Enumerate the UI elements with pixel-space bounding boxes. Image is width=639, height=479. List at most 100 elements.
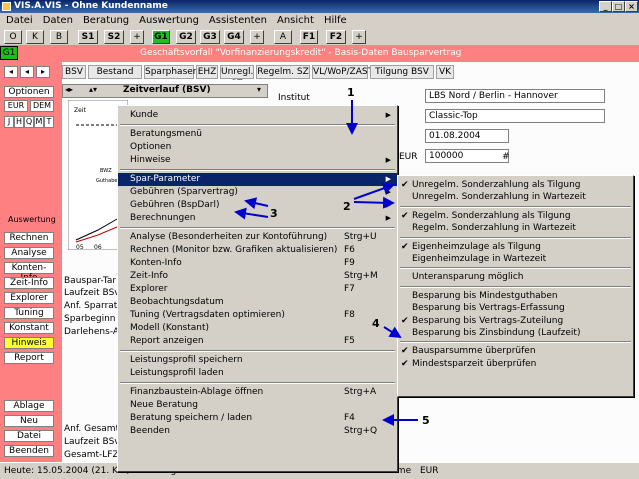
period-button-j[interactable]: J [4, 116, 14, 128]
chart-dropdown-icon[interactable]: ▾ [257, 85, 261, 94]
toolbar-button-O-0[interactable]: O [4, 30, 22, 44]
period-button-t[interactable]: T [44, 116, 54, 128]
menu-item-tuning-vertragsdaten-optimieren[interactable]: Tuning (Vertragsdaten optimieren) F8 [118, 309, 397, 322]
period-button-h[interactable]: H [14, 116, 24, 128]
menu-item-finanzbaustein-ablage-ffnen[interactable]: Finanzbaustein-Ablage öffnen Strg+A [118, 386, 397, 399]
menu-item-geb-hren-bspdarl[interactable]: Gebühren (BspDarl) ▶ [118, 199, 397, 212]
toolbar-button-G3-8[interactable]: G3 [200, 30, 220, 44]
chart-updown-icon[interactable]: ▴▾ [89, 85, 97, 94]
nav-next-button[interactable]: ▸ [36, 66, 50, 78]
menu-item-zeit-info[interactable]: Zeit-Info Strg+M [118, 270, 397, 283]
eur-button[interactable]: EUR [4, 100, 28, 112]
submenu-item-regelm-sonderzahlung-als-tilgung[interactable]: ✔ Regelm. Sonderzahlung als Tilgung [398, 210, 633, 223]
institut-field[interactable]: LBS Nord / Berlin - Hannover [425, 89, 605, 103]
menu-item-modell-konstant[interactable]: Modell (Konstant) [118, 322, 397, 335]
left-button-zeit-info[interactable]: Zeit-Info [4, 277, 54, 289]
left-button-neu[interactable]: Neu [4, 415, 54, 427]
chart-scroll-icon[interactable]: ◂▸ [65, 85, 73, 94]
submenu-item-mindestsparzeit-berpr-fen[interactable]: ✔ Mindestsparzeit überprüfen [398, 358, 633, 371]
nav-prev-button[interactable]: ◂ [20, 66, 34, 78]
submenu-item-besparung-bis-vertrags-zuteilung[interactable]: ✔ Besparung bis Vertrags-Zuteilung [398, 315, 633, 328]
left-button-konten-info[interactable]: Konten-Info [4, 262, 54, 283]
menu-item-neue-beratung[interactable]: Neue Beratung [118, 399, 397, 412]
nav-first-button[interactable]: ◂ [4, 66, 18, 78]
menu-item-rechnen-monitor-bzw-grafiken-aktualisieren[interactable]: Rechnen (Monitor bzw. Grafiken aktualisi… [118, 244, 397, 257]
optionen-button[interactable]: Optionen [4, 86, 54, 98]
toolbar-button-G4-9[interactable]: G4 [224, 30, 244, 44]
submenu-item-besparung-bis-zinsbindung-laufzeit[interactable]: Besparung bis Zinsbindung (Laufzeit) [398, 327, 633, 340]
bausparsumme-field[interactable]: 100000 [425, 149, 509, 163]
tab-unregl-sz[interactable]: Unregl. SZ [220, 65, 254, 89]
menu-item-beenden[interactable]: Beenden Strg+Q [118, 425, 397, 438]
toolbar-button-G2-7[interactable]: G2 [176, 30, 196, 44]
left-button-report[interactable]: Report [4, 352, 54, 364]
tab-regelm-sz[interactable]: Regelm. SZ [256, 65, 310, 79]
menu-auswertung[interactable]: Auswertung [133, 15, 203, 26]
menu-beratung[interactable]: Beratung [77, 15, 133, 26]
submenu-item-unregelm-sonderzahlung-in-wartezeit[interactable]: Unregelm. Sonderzahlung in Wartezeit [398, 191, 633, 204]
menu-item-leistungsprofil-laden[interactable]: Leistungsprofil laden [118, 367, 397, 380]
minimize-button[interactable]: _ [599, 1, 612, 12]
submenu-item-unteransparung-m-glich[interactable]: Unteransparung möglich [398, 271, 633, 284]
toolbar-button-plus-10[interactable]: + [250, 30, 264, 44]
toolbar-button-S1-3[interactable]: S1 [78, 30, 98, 44]
menu-item-geb-hren-sparvertrag[interactable]: Gebühren (Sparvertrag) ▶ [118, 186, 397, 199]
tab-vl-wop-zast[interactable]: VL/WoP/ZAST [312, 65, 373, 79]
menu-item-beobachtungsdatum[interactable]: Beobachtungsdatum [118, 296, 397, 309]
menu-item-berechnungen[interactable]: Berechnungen ▶ [118, 212, 397, 225]
toolbar-button-F1-12[interactable]: F1 [300, 30, 318, 44]
close-button[interactable]: × [625, 1, 638, 12]
menu-item-leistungsprofil-speichern[interactable]: Leistungsprofil speichern [118, 354, 397, 367]
datum-field[interactable]: 01.08.2004 [425, 129, 509, 143]
toolbar-button-plus-14[interactable]: + [352, 30, 366, 44]
left-button-ablage[interactable]: Ablage [4, 400, 54, 412]
left-button-datei[interactable]: Datei [4, 430, 54, 442]
left-button-beenden[interactable]: Beenden [4, 445, 54, 457]
menu-datei[interactable]: Datei [0, 15, 37, 26]
left-button-analyse[interactable]: Analyse [4, 247, 54, 259]
toolbar-button-G1-6[interactable]: G1 [152, 30, 170, 44]
menu-item-kunde[interactable]: Kunde ▶ [118, 109, 397, 122]
tab-sparphasen[interactable]: Sparphasen [144, 65, 199, 79]
submenu-item-besparung-bis-mindestguthaben[interactable]: Besparung bis Mindestguthaben [398, 290, 633, 303]
toolbar-button-K-1[interactable]: K [26, 30, 44, 44]
submenu-item-eigenheimzulage-als-tilgung[interactable]: ✔ Eigenheimzulage als Tilgung [398, 241, 633, 254]
period-button-q[interactable]: Q [24, 116, 34, 128]
tab-bestand[interactable]: Bestand [88, 65, 142, 79]
left-button-rechnen[interactable]: Rechnen [4, 232, 54, 244]
menu-item-beratungsmen[interactable]: Beratungsmenü [118, 128, 397, 141]
menu-hilfe[interactable]: Hilfe [318, 15, 351, 26]
tab-tilgung-bsv[interactable]: Tilgung BSV [370, 65, 434, 79]
left-button-hinweis[interactable]: Hinweis [4, 337, 54, 349]
menu-item-analyse-besonderheiten-zur-kontof-hrung[interactable]: Analyse (Besonderheiten zur Kontoführung… [118, 231, 397, 244]
menu-item-report-anzeigen[interactable]: Report anzeigen F5 [118, 335, 397, 348]
menu-item-optionen[interactable]: Optionen [118, 141, 397, 154]
toolbar-button-B-2[interactable]: B [50, 30, 68, 44]
left-button-explorer[interactable]: Explorer [4, 292, 54, 304]
dem-button[interactable]: DEM [30, 100, 54, 112]
maximize-button[interactable]: □ [612, 1, 625, 12]
menu-item-beratung-speichern-laden[interactable]: Beratung speichern / laden F4 [118, 412, 397, 425]
tab-ehz[interactable]: EHZ [196, 65, 218, 79]
period-button-m[interactable]: M [34, 116, 44, 128]
submenu-item-regelm-sonderzahlung-in-wartezeit[interactable]: Regelm. Sonderzahlung in Wartezeit [398, 222, 633, 235]
submenu-item-unregelm-sonderzahlung-als-tilgung[interactable]: ✔ Unregelm. Sonderzahlung als Tilgung [398, 179, 633, 192]
submenu-item-eigenheimzulage-in-wartezeit[interactable]: Eigenheimzulage in Wartezeit [398, 253, 633, 266]
menu-item-konten-info[interactable]: Konten-Info F9 [118, 257, 397, 270]
submenu-item-besparung-bis-vertrags-erfassung[interactable]: Besparung bis Vertrags-Erfassung [398, 302, 633, 315]
menu-assistenten[interactable]: Assistenten [203, 15, 271, 26]
submenu-item-bausparsumme-berpr-fen[interactable]: ✔ Bausparsumme überprüfen [398, 345, 633, 358]
menu-item-hinweise[interactable]: Hinweise ▶ [118, 154, 397, 167]
tarif-field[interactable]: Classic-Top [425, 109, 605, 123]
toolbar-button-S2-4[interactable]: S2 [104, 30, 124, 44]
toolbar-button-plus-5[interactable]: + [130, 30, 144, 44]
menu-ansicht[interactable]: Ansicht [271, 15, 318, 26]
menu-daten[interactable]: Daten [37, 15, 77, 26]
menu-item-spar-parameter[interactable]: Spar-Parameter ▶ [118, 173, 397, 186]
tab-bsv[interactable]: BSV [62, 65, 86, 79]
left-button-konstant[interactable]: Konstant [4, 322, 54, 334]
toolbar-button-F2-13[interactable]: F2 [326, 30, 346, 44]
app-icon[interactable] [2, 2, 11, 11]
toolbar-button-A-11[interactable]: A [274, 30, 292, 44]
left-button-tuning[interactable]: Tuning [4, 307, 54, 319]
